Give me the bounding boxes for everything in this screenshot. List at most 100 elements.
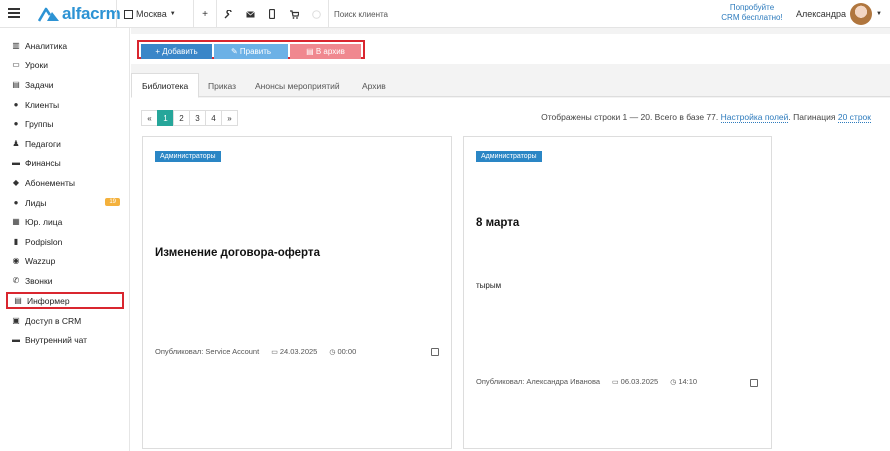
branch-label: Москва bbox=[136, 9, 167, 19]
envelope-icon[interactable] bbox=[240, 0, 260, 28]
file-icon: ▮ bbox=[13, 237, 19, 246]
select-checkbox[interactable] bbox=[750, 379, 758, 387]
sidebar-item-15[interactable]: ▣ Доступ в CRM bbox=[6, 312, 124, 329]
avatar[interactable] bbox=[850, 3, 872, 25]
archive-button[interactable]: ▤ В архив bbox=[290, 44, 361, 59]
calendar-icon: ▭ bbox=[612, 378, 619, 386]
divider bbox=[328, 0, 329, 28]
news-card[interactable]: Администраторы Изменение договора-оферта… bbox=[142, 136, 452, 449]
user-plus-icon: ● bbox=[13, 198, 19, 207]
sidebar-item-label: Клиенты bbox=[25, 99, 60, 110]
chevron-down-icon[interactable]: ▼ bbox=[876, 11, 882, 17]
whatsapp-icon: ◉ bbox=[12, 256, 20, 265]
card-title: 8 марта bbox=[476, 217, 520, 229]
user-icon: ● bbox=[13, 100, 19, 109]
sidebar-item-label: Информер bbox=[27, 295, 70, 306]
sidebar-item-14[interactable]: ▤ Информер bbox=[6, 292, 124, 309]
sidebar-item-5[interactable]: ● Группы bbox=[6, 115, 124, 132]
card-author: Опубликовал: Александра Иванова bbox=[476, 377, 601, 386]
logo-text: alfacrm bbox=[62, 4, 121, 23]
sidebar-item-3[interactable]: ▤ Задачи bbox=[6, 76, 124, 93]
sidebar-item-label: Уроки bbox=[25, 59, 48, 70]
sidebar-item-16[interactable]: ▬ Внутренний чат bbox=[6, 331, 124, 348]
pagination-size-link[interactable]: 20 строк bbox=[837, 112, 871, 123]
sidebar-item-10[interactable]: ▦ Юр. лица bbox=[6, 213, 124, 230]
category-badge: Администраторы bbox=[155, 151, 221, 162]
cart-icon[interactable] bbox=[284, 0, 304, 28]
sidebar-item-11[interactable]: ▮ Podpislon bbox=[6, 233, 124, 250]
phone-icon: ✆ bbox=[12, 276, 20, 285]
sidebar-item-1[interactable]: ▥ Аналитика bbox=[6, 37, 124, 54]
fields-settings-link[interactable]: Настройка полей bbox=[720, 112, 789, 123]
chart-icon: ▥ bbox=[12, 41, 20, 50]
sidebar-item-2[interactable]: ▭ Уроки bbox=[6, 56, 124, 73]
sidebar-item-9[interactable]: ● Лиды 19 bbox=[6, 194, 124, 211]
row-count-text: Отображены строки 1 — 20. Всего в базе 7… bbox=[541, 112, 719, 122]
pager-page-3[interactable]: 3 bbox=[189, 110, 206, 126]
pager-prev[interactable]: « bbox=[141, 110, 158, 126]
search-input[interactable]: Поиск клиента bbox=[334, 0, 388, 28]
phone-icon[interactable] bbox=[262, 0, 282, 28]
sidebar-item-label: Педагоги bbox=[25, 138, 61, 149]
users-icon: ● bbox=[13, 119, 19, 128]
pagination-label: Пагинация bbox=[793, 112, 836, 122]
sidebar-item-13[interactable]: ✆ Звонки bbox=[6, 272, 124, 289]
card-body: тырым bbox=[476, 281, 502, 290]
card-date: 06.03.2025 bbox=[620, 377, 659, 386]
sidebar-item-label: Внутренний чат bbox=[25, 334, 88, 345]
sidebar-item-label: Доступ в CRM bbox=[25, 315, 82, 326]
tab-library[interactable]: Библиотека bbox=[131, 73, 200, 98]
teacher-icon: ♟ bbox=[12, 139, 20, 148]
category-badge: Администраторы bbox=[476, 151, 542, 162]
list-icon: ▤ bbox=[14, 296, 22, 305]
sidebar-item-4[interactable]: ● Клиенты bbox=[6, 96, 124, 113]
card-title: Изменение договора-оферта bbox=[155, 247, 320, 259]
select-checkbox[interactable] bbox=[431, 348, 439, 356]
pager-page-2[interactable]: 2 bbox=[173, 110, 190, 126]
action-button-group: + Добавить ✎ Править ▤ В архив bbox=[137, 40, 365, 59]
plus-icon[interactable]: + bbox=[195, 0, 215, 28]
sidebar-item-label: Wazzup bbox=[25, 255, 56, 266]
main-content: + Добавить ✎ Править ▤ В архив Библиотек… bbox=[131, 28, 890, 451]
card-author: Опубликовал: Service Account bbox=[155, 347, 260, 356]
promo-line1: Попробуйте bbox=[729, 3, 775, 12]
tab-order[interactable]: Приказ bbox=[208, 73, 236, 98]
row-info: Отображены строки 1 — 20. Всего в базе 7… bbox=[541, 112, 871, 123]
news-card[interactable]: Администраторы 8 марта тырым Опубликовал… bbox=[463, 136, 772, 449]
pager-page-1[interactable]: 1 bbox=[157, 110, 174, 126]
card-time: 14:10 bbox=[678, 377, 698, 386]
sidebar-item-label: Лиды bbox=[25, 197, 47, 208]
pager-page-4[interactable]: 4 bbox=[205, 110, 222, 126]
sidebar-item-8[interactable]: ◆ Абонементы bbox=[6, 174, 124, 191]
user-name[interactable]: Александра bbox=[796, 0, 846, 28]
divider bbox=[193, 0, 194, 28]
sidebar-item-6[interactable]: ♟ Педагоги bbox=[6, 135, 124, 152]
sidebar-item-12[interactable]: ◉ Wazzup bbox=[6, 252, 124, 269]
tag-icon: ◆ bbox=[12, 178, 20, 187]
card-meta: Опубликовал: Александра Иванова ▭ 06.03.2… bbox=[476, 377, 697, 386]
logo-mark-icon bbox=[38, 7, 59, 22]
clock-icon: ◷ bbox=[329, 348, 336, 356]
branch-select[interactable]: Москва ▼ bbox=[124, 0, 176, 28]
sidebar: ▥ Аналитика ▭ Уроки ▤ Задачи ● Клиенты ● Группы ♟ П… bbox=[0, 28, 130, 451]
divider bbox=[216, 0, 217, 28]
calendar-icon: ▭ bbox=[12, 60, 20, 69]
promo-line2: CRM бесплатно! bbox=[721, 13, 783, 22]
tab-archive[interactable]: Архив bbox=[362, 73, 386, 98]
sidebar-item-label: Группы bbox=[25, 118, 54, 129]
tab-bar: Библиотека Приказ Анонсы мероприятий Арх… bbox=[131, 73, 890, 98]
sidebar-item-7[interactable]: ▬ Финансы bbox=[6, 154, 124, 171]
tab-announcements[interactable]: Анонсы мероприятий bbox=[255, 73, 340, 98]
divider bbox=[116, 0, 117, 28]
edit-button[interactable]: ✎ Править bbox=[214, 44, 288, 59]
money-icon: ▬ bbox=[12, 158, 20, 167]
pager-next[interactable]: » bbox=[221, 110, 238, 126]
logo[interactable]: alfacrm bbox=[38, 4, 121, 24]
menu-icon[interactable] bbox=[8, 8, 20, 18]
promo-link[interactable]: Попробуйте CRM бесплатно! bbox=[720, 3, 784, 23]
wrench-icon[interactable] bbox=[218, 0, 238, 28]
library-panel: « 1 2 3 4 » Отображены строки 1 — 20. Вс… bbox=[131, 98, 890, 451]
add-button[interactable]: + Добавить bbox=[141, 44, 212, 59]
clock-icon[interactable] bbox=[306, 0, 326, 28]
chat-icon: ▬ bbox=[12, 335, 20, 344]
